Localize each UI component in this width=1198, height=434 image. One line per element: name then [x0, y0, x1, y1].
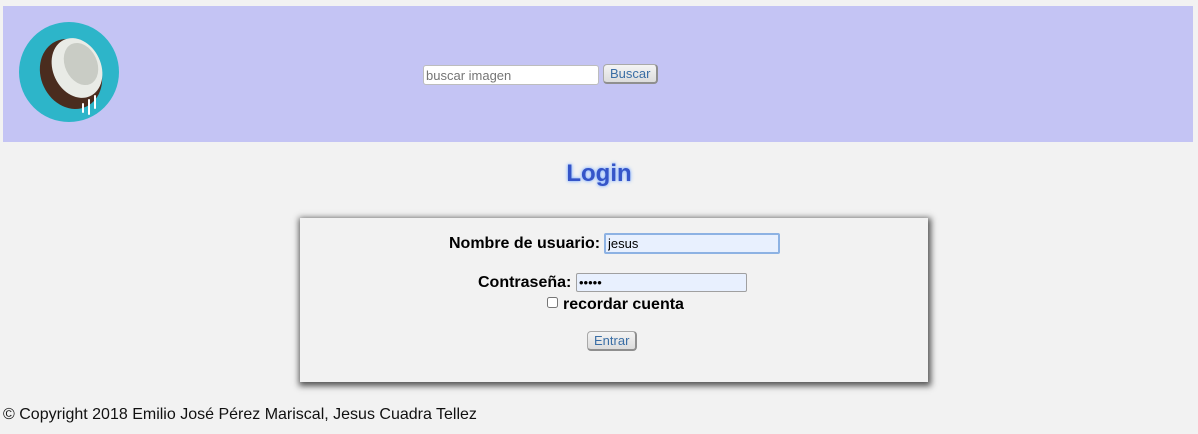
- page-title: Login: [566, 160, 632, 187]
- password-label: Contraseña:: [478, 274, 572, 291]
- footer-copyright: © Copyright 2018 Emilio José Pérez Maris…: [3, 406, 477, 423]
- password-field[interactable]: [576, 273, 747, 292]
- username-label: Nombre de usuario:: [449, 235, 601, 252]
- login-form: Nombre de usuario: Contraseña: recordar …: [300, 218, 928, 382]
- remember-label: recordar cuenta: [563, 296, 684, 313]
- submit-button[interactable]: Entrar: [587, 331, 638, 351]
- search-button[interactable]: Buscar: [603, 64, 659, 84]
- coconut-logo-icon[interactable]: [19, 22, 119, 122]
- site-header: Buscar: [3, 6, 1193, 142]
- remember-checkbox[interactable]: [547, 297, 558, 308]
- search-input[interactable]: [423, 65, 599, 85]
- username-field[interactable]: [604, 233, 780, 254]
